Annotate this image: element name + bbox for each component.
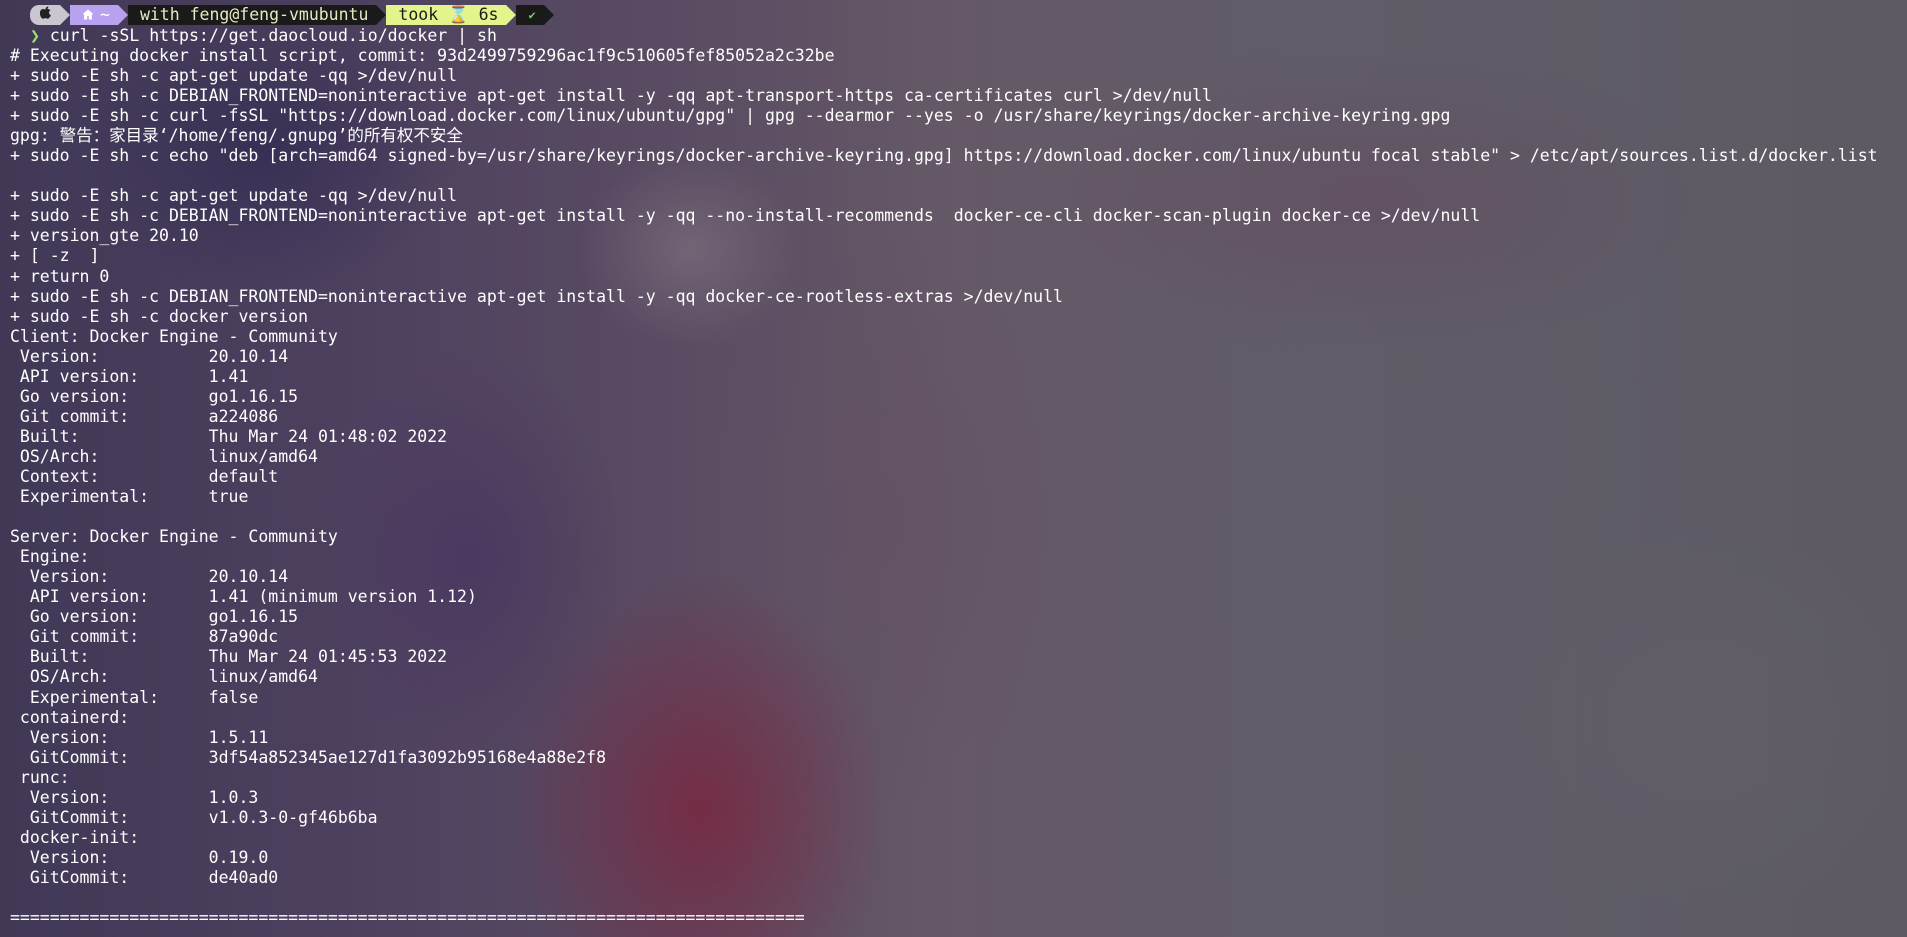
output-line: API version: 1.41 [10,366,249,386]
output-line: + sudo -E sh -c DEBIAN_FRONTEND=noninter… [10,286,1063,306]
output-line: Git commit: a224086 [10,406,279,426]
output-line: # Executing docker install script, commi… [10,46,835,65]
output-line: ========================================… [10,908,805,928]
output-line: Version: 20.10.14 [10,567,289,587]
output-line: Version: 1.5.11 [10,727,269,747]
output-line: docker-init: [10,827,140,847]
prompt-status-segment: ✔ [516,5,554,25]
output-line: Git commit: 87a90dc [10,627,279,647]
output-line: OS/Arch: linux/amd64 [10,446,318,466]
output-line: GitCommit: 3df54a852345ae127d1fa3092b951… [10,747,607,767]
output-line: + return 0 [10,266,110,286]
output-line: Version: 0.19.0 [10,847,269,867]
command-line[interactable]: ❯ curl -sSL https://get.daocloud.io/dock… [30,26,1897,46]
prompt-elapsed-time: took ⌛ 6s [386,5,517,25]
output-line: + sudo -E sh -c echo "deb [arch=amd64 si… [10,146,1878,166]
output-line: containerd: [10,707,130,727]
output-line: GitCommit: de40ad0 [10,867,279,887]
output-line: + sudo -E sh -c docker version [10,306,309,326]
prompt-user-host: with feng@feng-vmubuntu [127,5,387,25]
output-line: Built: Thu Mar 24 01:48:02 2022 [10,426,448,446]
output-line: + sudo -E sh -c DEBIAN_FRONTEND=noninter… [10,206,1481,226]
output-line: + sudo -E sh -c apt-get update -qq >/dev… [10,66,458,86]
output-line: Context: default [10,466,279,486]
output-line: OS/Arch: linux/amd64 [10,667,318,687]
prompt-arrow-icon: ❯ [30,26,40,45]
prompt-os-segment [30,5,70,25]
output-line: GitCommit: v1.0.3-0-gf46b6ba [10,807,378,827]
output-line: Go version: go1.16.15 [10,607,299,627]
output-line: Experimental: true [10,487,249,507]
output-line: API version: 1.41 (minimum version 1.12) [10,587,477,607]
prompt-dir-segment: ~ [70,5,128,25]
home-icon [82,5,94,25]
terminal-window[interactable]: ~ with feng@feng-vmubuntu took ⌛ 6s ✔ ❯ … [0,0,1907,937]
output-line: Version: 20.10.14 [10,346,289,366]
shell-prompt: ~ with feng@feng-vmubuntu took ⌛ 6s ✔ [30,4,1897,26]
output-line: Server: Docker Engine - Community [10,527,338,547]
output-line: + [ -z ] [10,246,100,266]
output-line: Go version: go1.16.15 [10,386,299,406]
output-line: Client: Docker Engine - Community [10,326,338,346]
command-text: curl -sSL https://get.daocloud.io/docker… [49,26,497,45]
apple-logo-icon [39,5,52,25]
output-line: Experimental: false [10,687,259,707]
prompt-dir-text: ~ [100,5,110,24]
output-line: + sudo -E sh -c DEBIAN_FRONTEND=noninter… [10,86,1212,106]
output-line: + sudo -E sh -c curl -fsSL "https://down… [10,106,1451,126]
check-icon: ✔ [528,8,536,22]
output-line: Version: 1.0.3 [10,787,259,807]
output-line: Engine: [10,547,90,567]
output-line: + sudo -E sh -c apt-get update -qq >/dev… [10,186,458,206]
output-line: + version_gte 20.10 [10,226,199,246]
terminal-output: # Executing docker install script, commi… [10,46,1897,928]
output-line: gpg: 警告：家目录‘/home/feng/.gnupg’的所有权不安全 [10,126,463,146]
output-line: runc: [10,767,70,787]
output-line: Built: Thu Mar 24 01:45:53 2022 [10,647,448,667]
